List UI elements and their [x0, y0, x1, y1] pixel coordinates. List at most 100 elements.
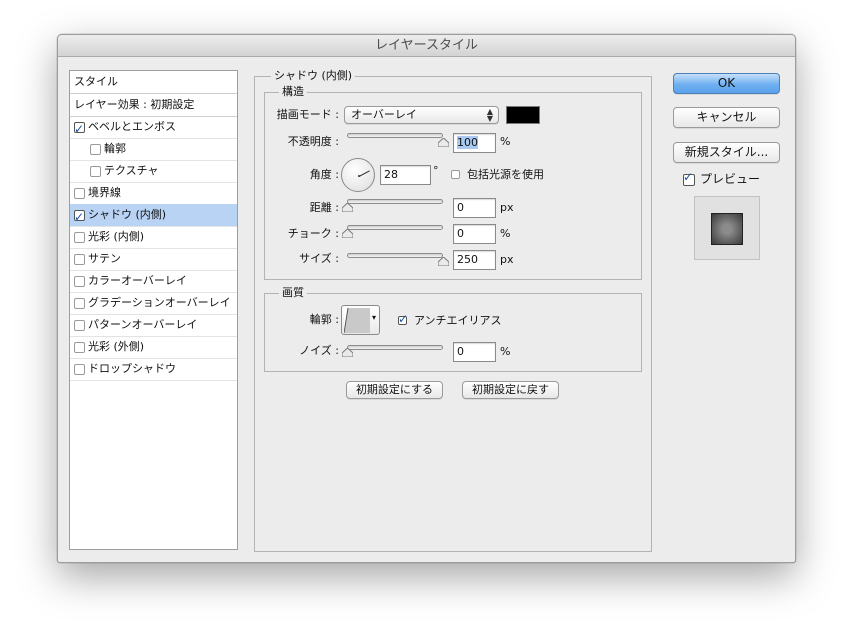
style-item-label: ドロップシャドウ	[88, 362, 176, 375]
ok-button[interactable]: OK	[673, 73, 780, 94]
style-item-label: 輪郭	[104, 142, 126, 155]
style-item[interactable]: パターンオーバーレイ	[70, 314, 237, 337]
style-item-label: カラーオーバーレイ	[88, 274, 187, 287]
style-item-checkbox[interactable]	[74, 276, 85, 287]
blend-mode-select[interactable]: オーバーレイ ▲ ▼	[344, 106, 499, 124]
reset-default-button[interactable]: 初期設定に戻す	[462, 381, 559, 399]
opacity-unit: %	[500, 135, 511, 148]
noise-value: 0	[457, 345, 464, 358]
choke-input[interactable]: 0	[453, 224, 496, 244]
style-item-label: 光彩 (外側)	[88, 340, 145, 353]
contour-curve-icon	[344, 308, 370, 333]
style-item-label: シャドウ (内側)	[88, 208, 167, 221]
style-item[interactable]: 輪郭	[70, 138, 237, 161]
choke-unit: %	[500, 227, 511, 240]
style-item-checkbox[interactable]	[90, 166, 101, 177]
angle-dial[interactable]	[341, 158, 375, 192]
styles-header-label: スタイル	[74, 75, 118, 88]
style-item[interactable]: 光彩 (内側)	[70, 226, 237, 249]
style-item-checkbox[interactable]	[74, 298, 85, 309]
noise-label: ノイズ :	[299, 344, 339, 357]
size-value: 250	[457, 253, 478, 266]
style-item[interactable]: カラーオーバーレイ	[70, 270, 237, 293]
style-item[interactable]: ドロップシャドウ	[70, 358, 237, 381]
size-label: サイズ :	[299, 252, 339, 265]
distance-value: 0	[457, 201, 464, 214]
noise-unit: %	[500, 345, 511, 358]
choke-label: チョーク :	[287, 227, 339, 240]
style-item[interactable]: 光彩 (外側)	[70, 336, 237, 359]
new-style-button[interactable]: 新規スタイル...	[673, 142, 780, 163]
shadow-color-swatch[interactable]	[506, 106, 540, 124]
style-item-checkbox[interactable]	[74, 320, 85, 331]
styles-header[interactable]: スタイル	[70, 71, 237, 94]
size-slider[interactable]	[347, 253, 443, 258]
distance-slider-thumb[interactable]	[341, 203, 353, 212]
distance-unit: px	[500, 201, 514, 214]
style-item[interactable]: ベベルとエンボス	[70, 116, 237, 140]
style-item[interactable]: サテン	[70, 248, 237, 271]
choke-value: 0	[457, 227, 464, 240]
blend-mode-label: 描画モード :	[276, 108, 339, 121]
antialias-checkbox[interactable]	[398, 312, 408, 326]
angle-input[interactable]: 28	[380, 165, 431, 185]
style-item-label: グラデーションオーバーレイ	[88, 296, 231, 309]
angle-value: 28	[384, 168, 398, 181]
style-item[interactable]: グラデーションオーバーレイ	[70, 292, 237, 315]
style-item[interactable]: シャドウ (内側)	[70, 204, 237, 228]
structure-title: 構造	[279, 85, 307, 98]
opacity-value: 100	[457, 136, 478, 149]
angle-label: 角度 :	[309, 168, 339, 181]
size-unit: px	[500, 253, 514, 266]
style-item-checkbox[interactable]	[74, 188, 85, 199]
style-item-label: テクスチャ	[104, 164, 159, 177]
style-item-label: パターンオーバーレイ	[88, 318, 198, 331]
size-input[interactable]: 250	[453, 250, 496, 270]
noise-slider-thumb[interactable]	[341, 348, 353, 357]
style-item-label: ベベルとエンボス	[88, 120, 176, 133]
antialias-label: アンチエイリアス	[414, 314, 502, 327]
style-item-label: 光彩 (内側)	[88, 230, 145, 243]
style-item-label: レイヤー効果 : 初期設定	[74, 98, 195, 111]
style-item-checkbox[interactable]	[90, 144, 101, 155]
angle-unit: °	[433, 164, 439, 177]
style-item-checkbox[interactable]	[74, 232, 85, 243]
contour-picker[interactable]: ▾	[341, 305, 380, 335]
choke-slider[interactable]	[347, 225, 443, 230]
make-default-button[interactable]: 初期設定にする	[346, 381, 443, 399]
style-item-checkbox[interactable]	[74, 342, 85, 353]
style-item-checkbox[interactable]	[74, 118, 85, 140]
opacity-label: 不透明度 :	[287, 135, 339, 148]
size-slider-thumb[interactable]	[437, 257, 449, 266]
opacity-slider[interactable]	[347, 133, 443, 138]
styles-list: スタイル レイヤー効果 : 初期設定ベベルとエンボス輪郭テクスチャ境界線シャドウ…	[69, 70, 238, 550]
cancel-button[interactable]: キャンセル	[673, 107, 780, 128]
opacity-input[interactable]: 100	[453, 133, 496, 153]
updown-arrows-icon: ▲ ▼	[486, 107, 493, 123]
style-item-checkbox[interactable]	[74, 254, 85, 265]
global-light-checkbox[interactable]	[451, 170, 460, 179]
global-light-label: 包括光源を使用	[467, 168, 544, 181]
quality-title: 画質	[279, 286, 307, 299]
opacity-slider-thumb[interactable]	[437, 138, 449, 147]
style-item[interactable]: レイヤー効果 : 初期設定	[70, 94, 237, 117]
contour-label: 輪郭 :	[309, 313, 339, 326]
style-item-label: 境界線	[88, 186, 121, 199]
distance-label: 距離 :	[309, 201, 339, 214]
style-item-checkbox[interactable]	[74, 364, 85, 375]
style-item[interactable]: テクスチャ	[70, 160, 237, 183]
preview-thumbnail	[694, 196, 760, 260]
style-item[interactable]: 境界線	[70, 182, 237, 205]
angle-dial-hand	[358, 169, 370, 177]
preview-swatch	[711, 213, 743, 245]
preview-checkbox[interactable]	[683, 170, 695, 186]
style-item-checkbox[interactable]	[74, 206, 85, 228]
layer-style-dialog: レイヤースタイル スタイル レイヤー効果 : 初期設定ベベルとエンボス輪郭テクス…	[57, 34, 796, 563]
distance-slider[interactable]	[347, 199, 443, 204]
distance-input[interactable]: 0	[453, 198, 496, 218]
noise-input[interactable]: 0	[453, 342, 496, 362]
style-item-label: サテン	[88, 252, 121, 265]
noise-slider[interactable]	[347, 345, 443, 350]
choke-slider-thumb[interactable]	[341, 229, 353, 238]
blend-mode-value: オーバーレイ	[351, 108, 417, 121]
